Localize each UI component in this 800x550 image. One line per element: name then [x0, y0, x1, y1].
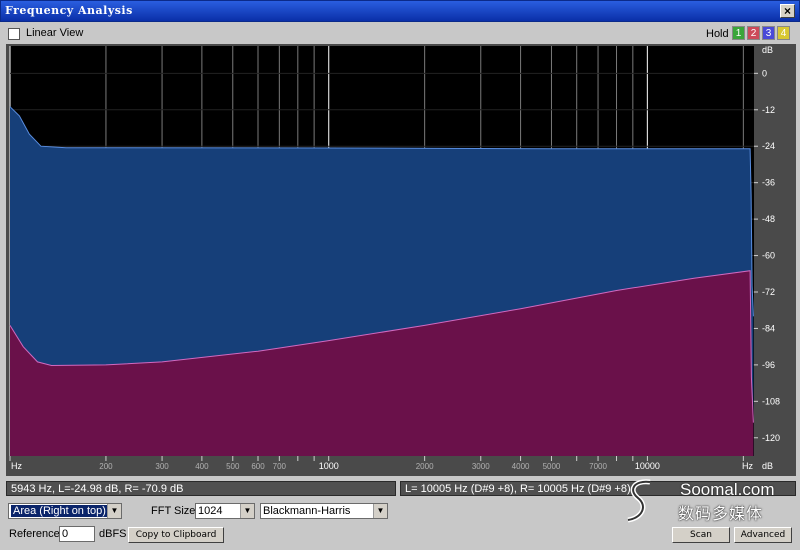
view-mode-value: Area (Right on top) [11, 505, 108, 517]
hold-button-1[interactable]: 1 [732, 26, 745, 40]
chevron-down-icon: ▼ [107, 504, 121, 518]
cursor-readout: 5943 Hz, L=-24.98 dB, R= -70.9 dB [6, 481, 396, 496]
copy-to-clipboard-button[interactable]: Copy to Clipboard [128, 527, 224, 543]
reference-unit: dBFS [99, 528, 127, 540]
window-title: Frequency Analysis [5, 4, 133, 17]
reference-input[interactable]: 0 [59, 526, 95, 542]
watermark-brand: Soomal.com [680, 480, 775, 499]
y-tick-label: -36 [762, 178, 775, 188]
close-button[interactable]: × [780, 4, 795, 18]
x-tick-label: 700 [273, 462, 287, 471]
x-tick-label: 300 [155, 462, 169, 471]
x-tick-label: 5000 [543, 462, 561, 471]
x-tick-label: 2000 [416, 462, 434, 471]
y-tick-label: -72 [762, 287, 775, 297]
hold-button-3[interactable]: 3 [762, 26, 775, 40]
x-tick-label: 7000 [589, 462, 607, 471]
fft-size-label: FFT Size [151, 505, 196, 517]
y-unit-label-bottom: dB [762, 461, 773, 471]
soomal-watermark: Soomal.com 数码多媒体 [620, 478, 798, 524]
spectrum-chart[interactable]: 200 300 400 500 600 700 1000 2000 3000 4000 5000 70… [6, 44, 796, 476]
x-tick-label: 4000 [512, 462, 530, 471]
reference-label: Reference [9, 528, 60, 540]
watermark-subtitle: 数码多媒体 [678, 504, 764, 523]
x-unit-label-left: Hz [11, 461, 22, 471]
hold-label: Hold [706, 28, 729, 40]
spectrum-panel: 200 300 400 500 600 700 1000 2000 3000 4000 5000 70… [6, 44, 796, 476]
x-tick-label: 500 [226, 462, 240, 471]
x-tick-label: 400 [195, 462, 209, 471]
y-tick-label: -24 [762, 141, 775, 151]
fft-size-value: 1024 [198, 505, 223, 517]
x-tick-label: 600 [251, 462, 265, 471]
y-tick-label: 0 [762, 68, 767, 78]
title-bar: Frequency Analysis × [0, 0, 800, 22]
y-tick-label: -60 [762, 251, 775, 261]
x-unit-label-right: Hz [742, 461, 753, 471]
window-function-select[interactable]: Blackmann-Harris ▼ [260, 503, 388, 519]
x-tick-label: 3000 [472, 462, 490, 471]
y-tick-label: -12 [762, 105, 775, 115]
advanced-button[interactable]: Advanced [734, 527, 792, 543]
linear-view-label: Linear View [26, 27, 84, 39]
x-tick-label: 1000 [319, 461, 339, 471]
x-tick-label: 10000 [635, 461, 660, 471]
y-tick-label: -48 [762, 214, 775, 224]
chevron-down-icon: ▼ [373, 504, 387, 518]
fft-size-select[interactable]: 1024 ▼ [195, 503, 255, 519]
x-tick-label: 200 [99, 462, 113, 471]
y-tick-label: -84 [762, 323, 775, 333]
scan-button[interactable]: Scan [672, 527, 730, 543]
hold-button-4[interactable]: 4 [777, 26, 790, 40]
linear-view-checkbox[interactable] [8, 28, 20, 40]
y-tick-label: -120 [762, 433, 780, 443]
hold-button-2[interactable]: 2 [747, 26, 760, 40]
y-tick-label: -96 [762, 360, 775, 370]
view-mode-select[interactable]: Area (Right on top) ▼ [8, 503, 122, 519]
chevron-down-icon: ▼ [240, 504, 254, 518]
y-tick-label: -108 [762, 396, 780, 406]
y-unit-label-top: dB [762, 45, 773, 55]
window-function-value: Blackmann-Harris [263, 505, 351, 517]
soomal-logo-icon [627, 479, 651, 523]
